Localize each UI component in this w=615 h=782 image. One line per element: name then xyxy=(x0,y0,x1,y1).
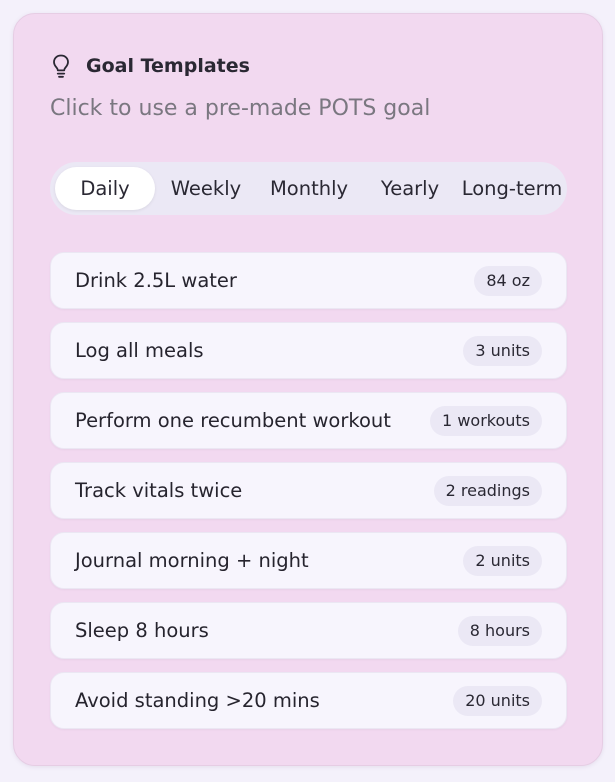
goal-target-badge: 1 workouts xyxy=(430,406,542,436)
tab-long-term[interactable]: Long-term xyxy=(459,167,565,210)
goal-templates-card: Goal Templates Click to use a pre-made P… xyxy=(13,13,603,766)
card-header: Goal Templates xyxy=(50,53,250,79)
goal-template-item[interactable]: Journal morning + night 2 units xyxy=(50,532,567,589)
goal-template-item[interactable]: Drink 2.5L water 84 oz xyxy=(50,252,567,309)
goal-target-badge: 2 units xyxy=(463,546,542,576)
goal-label: Perform one recumbent workout xyxy=(75,409,391,432)
goal-template-item[interactable]: Perform one recumbent workout 1 workouts xyxy=(50,392,567,449)
goal-label: Log all meals xyxy=(75,339,204,362)
period-tabs: Daily Weekly Monthly Yearly Long-term xyxy=(50,162,567,215)
tab-yearly[interactable]: Yearly xyxy=(366,167,454,210)
goal-label: Sleep 8 hours xyxy=(75,619,209,642)
lightbulb-icon xyxy=(53,54,69,78)
goal-target-badge: 8 hours xyxy=(457,616,542,646)
goal-target-badge: 20 units xyxy=(453,686,542,716)
goal-target-badge: 2 readings xyxy=(433,476,542,506)
goal-template-item[interactable]: Avoid standing >20 mins 20 units xyxy=(50,672,567,729)
goal-target-badge: 3 units xyxy=(463,336,542,366)
tab-weekly[interactable]: Weekly xyxy=(160,167,252,210)
card-subtitle: Click to use a pre-made POTS goal xyxy=(50,96,431,121)
goal-label: Track vitals twice xyxy=(75,479,243,502)
goal-template-item[interactable]: Track vitals twice 2 readings xyxy=(50,462,567,519)
goal-label: Drink 2.5L water xyxy=(75,269,237,292)
tab-daily[interactable]: Daily xyxy=(55,167,155,210)
goal-label: Avoid standing >20 mins xyxy=(75,689,320,712)
goal-label: Journal morning + night xyxy=(75,549,309,572)
goal-template-item[interactable]: Log all meals 3 units xyxy=(50,322,567,379)
goal-template-item[interactable]: Sleep 8 hours 8 hours xyxy=(50,602,567,659)
tab-monthly[interactable]: Monthly xyxy=(257,167,361,210)
card-title: Goal Templates xyxy=(86,55,250,77)
goal-target-badge: 84 oz xyxy=(474,266,542,296)
